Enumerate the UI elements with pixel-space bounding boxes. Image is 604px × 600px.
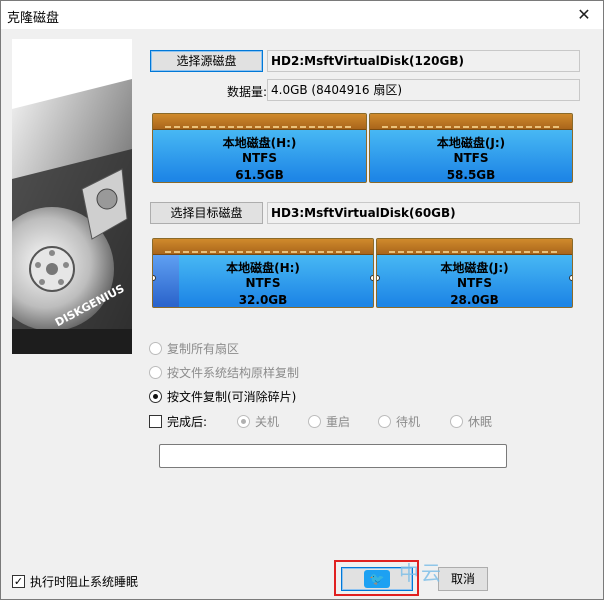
clone-disk-dialog: 克隆磁盘 ✕ DISKGENIUS 选择源磁盘 HD2:MsftVirtualD… [0, 0, 604, 600]
after-option-hibernate[interactable]: 休眠 [450, 412, 492, 430]
source-partition-h[interactable]: 本地磁盘(H:) NTFS 61.5GB [152, 113, 367, 183]
select-target-disk-button[interactable]: 选择目标磁盘 [150, 202, 263, 224]
radio-button[interactable] [450, 414, 463, 428]
diskgenius-logo-image: DISKGENIUS [12, 39, 132, 354]
partition-name: 本地磁盘(J:) [436, 136, 506, 150]
data-amount-label: 数据量: [227, 85, 268, 99]
radio-button[interactable] [237, 414, 250, 428]
checkbox[interactable] [149, 414, 162, 428]
after-option-shutdown[interactable]: 关机 [237, 412, 279, 430]
after-option-label: 待机 [396, 414, 421, 429]
after-option-standby[interactable]: 待机 [378, 412, 420, 430]
after-completion-checkbox[interactable]: 完成后: [149, 412, 207, 430]
mode-option-by-file[interactable]: 按文件复制(可消除碎片) [149, 387, 296, 405]
partition-name: 本地磁盘(J:) [440, 261, 509, 275]
radio-button[interactable] [149, 365, 162, 379]
partition-fs: NTFS [241, 151, 278, 165]
target-partition-j[interactable]: 本地磁盘(J:) NTFS 28.0GB [376, 238, 573, 308]
radio-button[interactable] [378, 414, 391, 428]
radio-button[interactable] [308, 414, 321, 428]
window-title: 克隆磁盘 [7, 11, 60, 26]
mode-option-all-sectors[interactable]: 复制所有扇区 [149, 339, 239, 357]
target-disk-name: HD3:MsftVirtualDisk(60GB) [267, 202, 580, 224]
target-partition-h[interactable]: 本地磁盘(H:) NTFS 32.0GB [152, 238, 374, 308]
partition-fs: NTFS [245, 276, 281, 290]
mode-option-label: 按文件复制(可消除碎片) [167, 389, 297, 404]
after-option-label: 重启 [326, 414, 351, 429]
partition-name: 本地磁盘(H:) [226, 261, 300, 275]
watermark-text: 中云 [399, 561, 443, 585]
title-bar: 克隆磁盘 ✕ [1, 1, 603, 29]
partition-size: 61.5GB [235, 168, 284, 182]
prevent-sleep-checkbox[interactable]: ✓ 执行时阻止系统睡眠 [12, 572, 138, 590]
radio-button[interactable] [149, 341, 162, 355]
source-partition-j[interactable]: 本地磁盘(J:) NTFS 58.5GB [369, 113, 573, 183]
after-option-label: 休眠 [468, 414, 493, 429]
mode-option-label: 复制所有扇区 [167, 341, 240, 356]
checkbox[interactable]: ✓ [12, 574, 25, 588]
after-option-label: 关机 [255, 414, 280, 429]
after-option-restart[interactable]: 重启 [308, 412, 350, 430]
radio-button[interactable] [149, 389, 162, 403]
mode-option-label: 按文件系统结构原样复制 [167, 365, 300, 380]
cancel-button[interactable]: 取消 [438, 567, 488, 591]
after-completion-label: 完成后: [167, 414, 208, 429]
select-source-disk-button[interactable]: 选择源磁盘 [150, 50, 263, 72]
partition-fs: NTFS [453, 151, 489, 165]
partition-size: 28.0GB [450, 293, 499, 307]
partition-fs: NTFS [456, 276, 493, 290]
mode-option-fs-structure[interactable]: 按文件系统结构原样复制 [149, 363, 299, 381]
partition-name: 本地磁盘(H:) [222, 136, 297, 150]
data-amount-value: 4.0GB (8404916 扇区) [267, 79, 580, 101]
partition-size: 32.0GB [238, 293, 288, 307]
partition-size: 58.5GB [446, 168, 496, 182]
close-button[interactable]: ✕ [573, 4, 595, 26]
prevent-sleep-label: 执行时阻止系统睡眠 [30, 574, 139, 589]
progress-text-box [159, 444, 507, 468]
source-disk-name: HD2:MsftVirtualDisk(120GB) [267, 50, 580, 72]
